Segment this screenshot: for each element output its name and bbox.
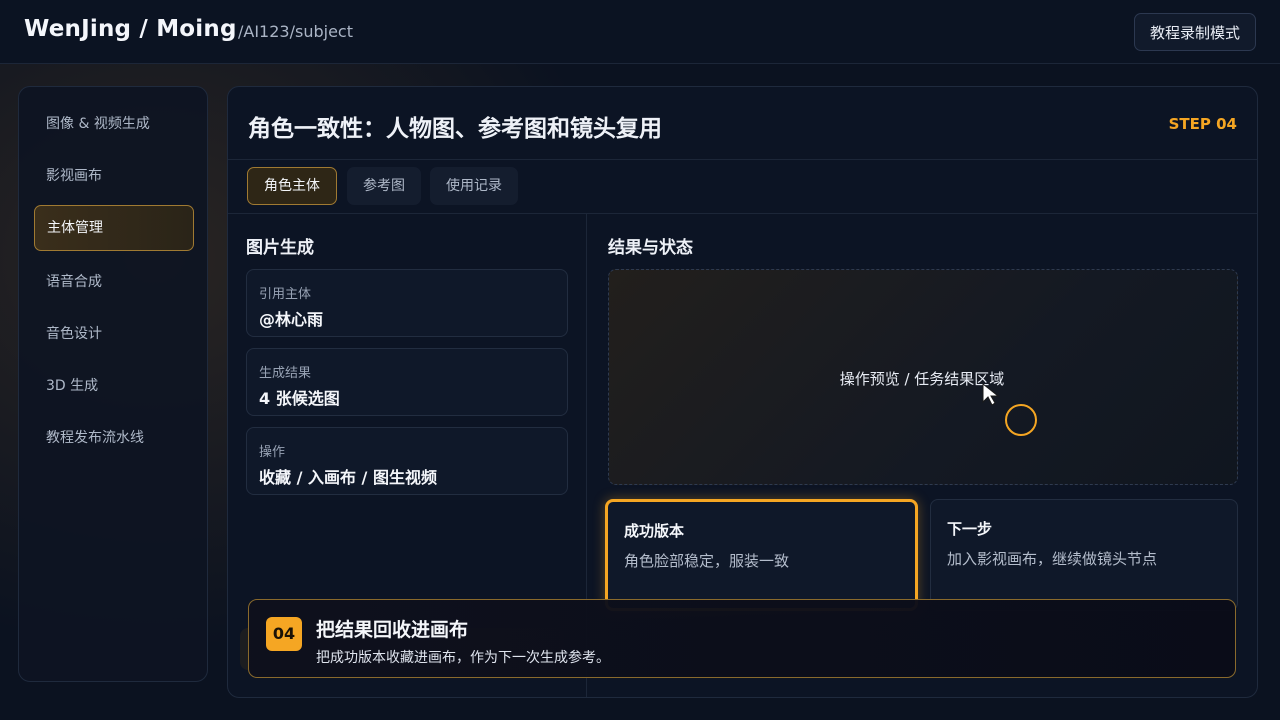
top-bar: WenJing / Moing /AI123/subject 教程录制模式 (0, 0, 1280, 64)
sidebar-item-image-video[interactable]: 图像 & 视频生成 (34, 101, 194, 147)
step-number-badge: 04 (266, 617, 302, 651)
toast-description: 把成功版本收藏进画布，作为下一次生成参考。 (316, 650, 610, 666)
brand-logo[interactable]: WenJing / Moing (24, 16, 237, 42)
mouse-cursor-icon (982, 382, 1000, 406)
sidebar-item-voice-design[interactable]: 音色设计 (34, 311, 194, 357)
header-divider (228, 159, 1257, 160)
info-card-subject: 引用主体 @林心雨 (246, 269, 568, 337)
result-card-desc: 角色脸部稳定，服装一致 (624, 552, 790, 570)
info-value: @林心雨 (259, 310, 324, 329)
info-label: 引用主体 (259, 287, 312, 302)
step-indicator: STEP 04 (1168, 115, 1237, 133)
page-title: 角色一致性：人物图、参考图和镜头复用 (248, 116, 662, 142)
result-card-success[interactable]: 成功版本 角色脸部稳定，服装一致 (605, 499, 918, 611)
preview-placeholder-text: 操作预览 / 任务结果区域 (839, 370, 1005, 388)
preview-area[interactable]: 操作预览 / 任务结果区域 (608, 269, 1238, 485)
info-card-results: 生成结果 4 张候选图 (246, 348, 568, 416)
sidebar-item-publish-pipeline[interactable]: 教程发布流水线 (34, 415, 194, 461)
result-card-title: 下一步 (947, 520, 993, 538)
info-label: 生成结果 (259, 366, 312, 381)
results-status-title: 结果与状态 (608, 238, 693, 258)
result-card-title: 成功版本 (624, 522, 685, 540)
result-card-desc: 加入影视画布，继续做镜头节点 (947, 550, 1158, 568)
info-label: 操作 (259, 445, 286, 460)
sidebar-item-speech-synthesis[interactable]: 语音合成 (34, 259, 194, 305)
info-value: 4 张候选图 (259, 389, 340, 408)
tab-character-subject[interactable]: 角色主体 (247, 167, 337, 205)
sidebar-item-subject-management[interactable]: 主体管理 (34, 205, 194, 251)
sidebar: 图像 & 视频生成 影视画布 主体管理 语音合成 音色设计 3D 生成 教程发布… (18, 86, 208, 682)
info-card-actions: 操作 收藏 / 入画布 / 图生视频 (246, 427, 568, 495)
toast-title: 把结果回收进画布 (316, 619, 469, 641)
tab-usage-history[interactable]: 使用记录 (430, 167, 518, 205)
sidebar-item-3d-generation[interactable]: 3D 生成 (34, 363, 194, 409)
tab-reference-images[interactable]: 参考图 (347, 167, 421, 205)
breadcrumb-path: /AI123/subject (238, 22, 353, 41)
tutorial-step-toast: 04 把结果回收进画布 把成功版本收藏进画布，作为下一次生成参考。 (248, 599, 1236, 678)
info-value: 收藏 / 入画布 / 图生视频 (259, 468, 437, 487)
tutorial-mode-button[interactable]: 教程录制模式 (1134, 13, 1256, 51)
sidebar-item-canvas[interactable]: 影视画布 (34, 153, 194, 199)
click-indicator-icon (1005, 404, 1037, 436)
tabs-divider (228, 213, 1257, 214)
image-generation-title: 图片生成 (246, 238, 314, 258)
result-card-next-step[interactable]: 下一步 加入影视画布，继续做镜头节点 (930, 499, 1238, 611)
